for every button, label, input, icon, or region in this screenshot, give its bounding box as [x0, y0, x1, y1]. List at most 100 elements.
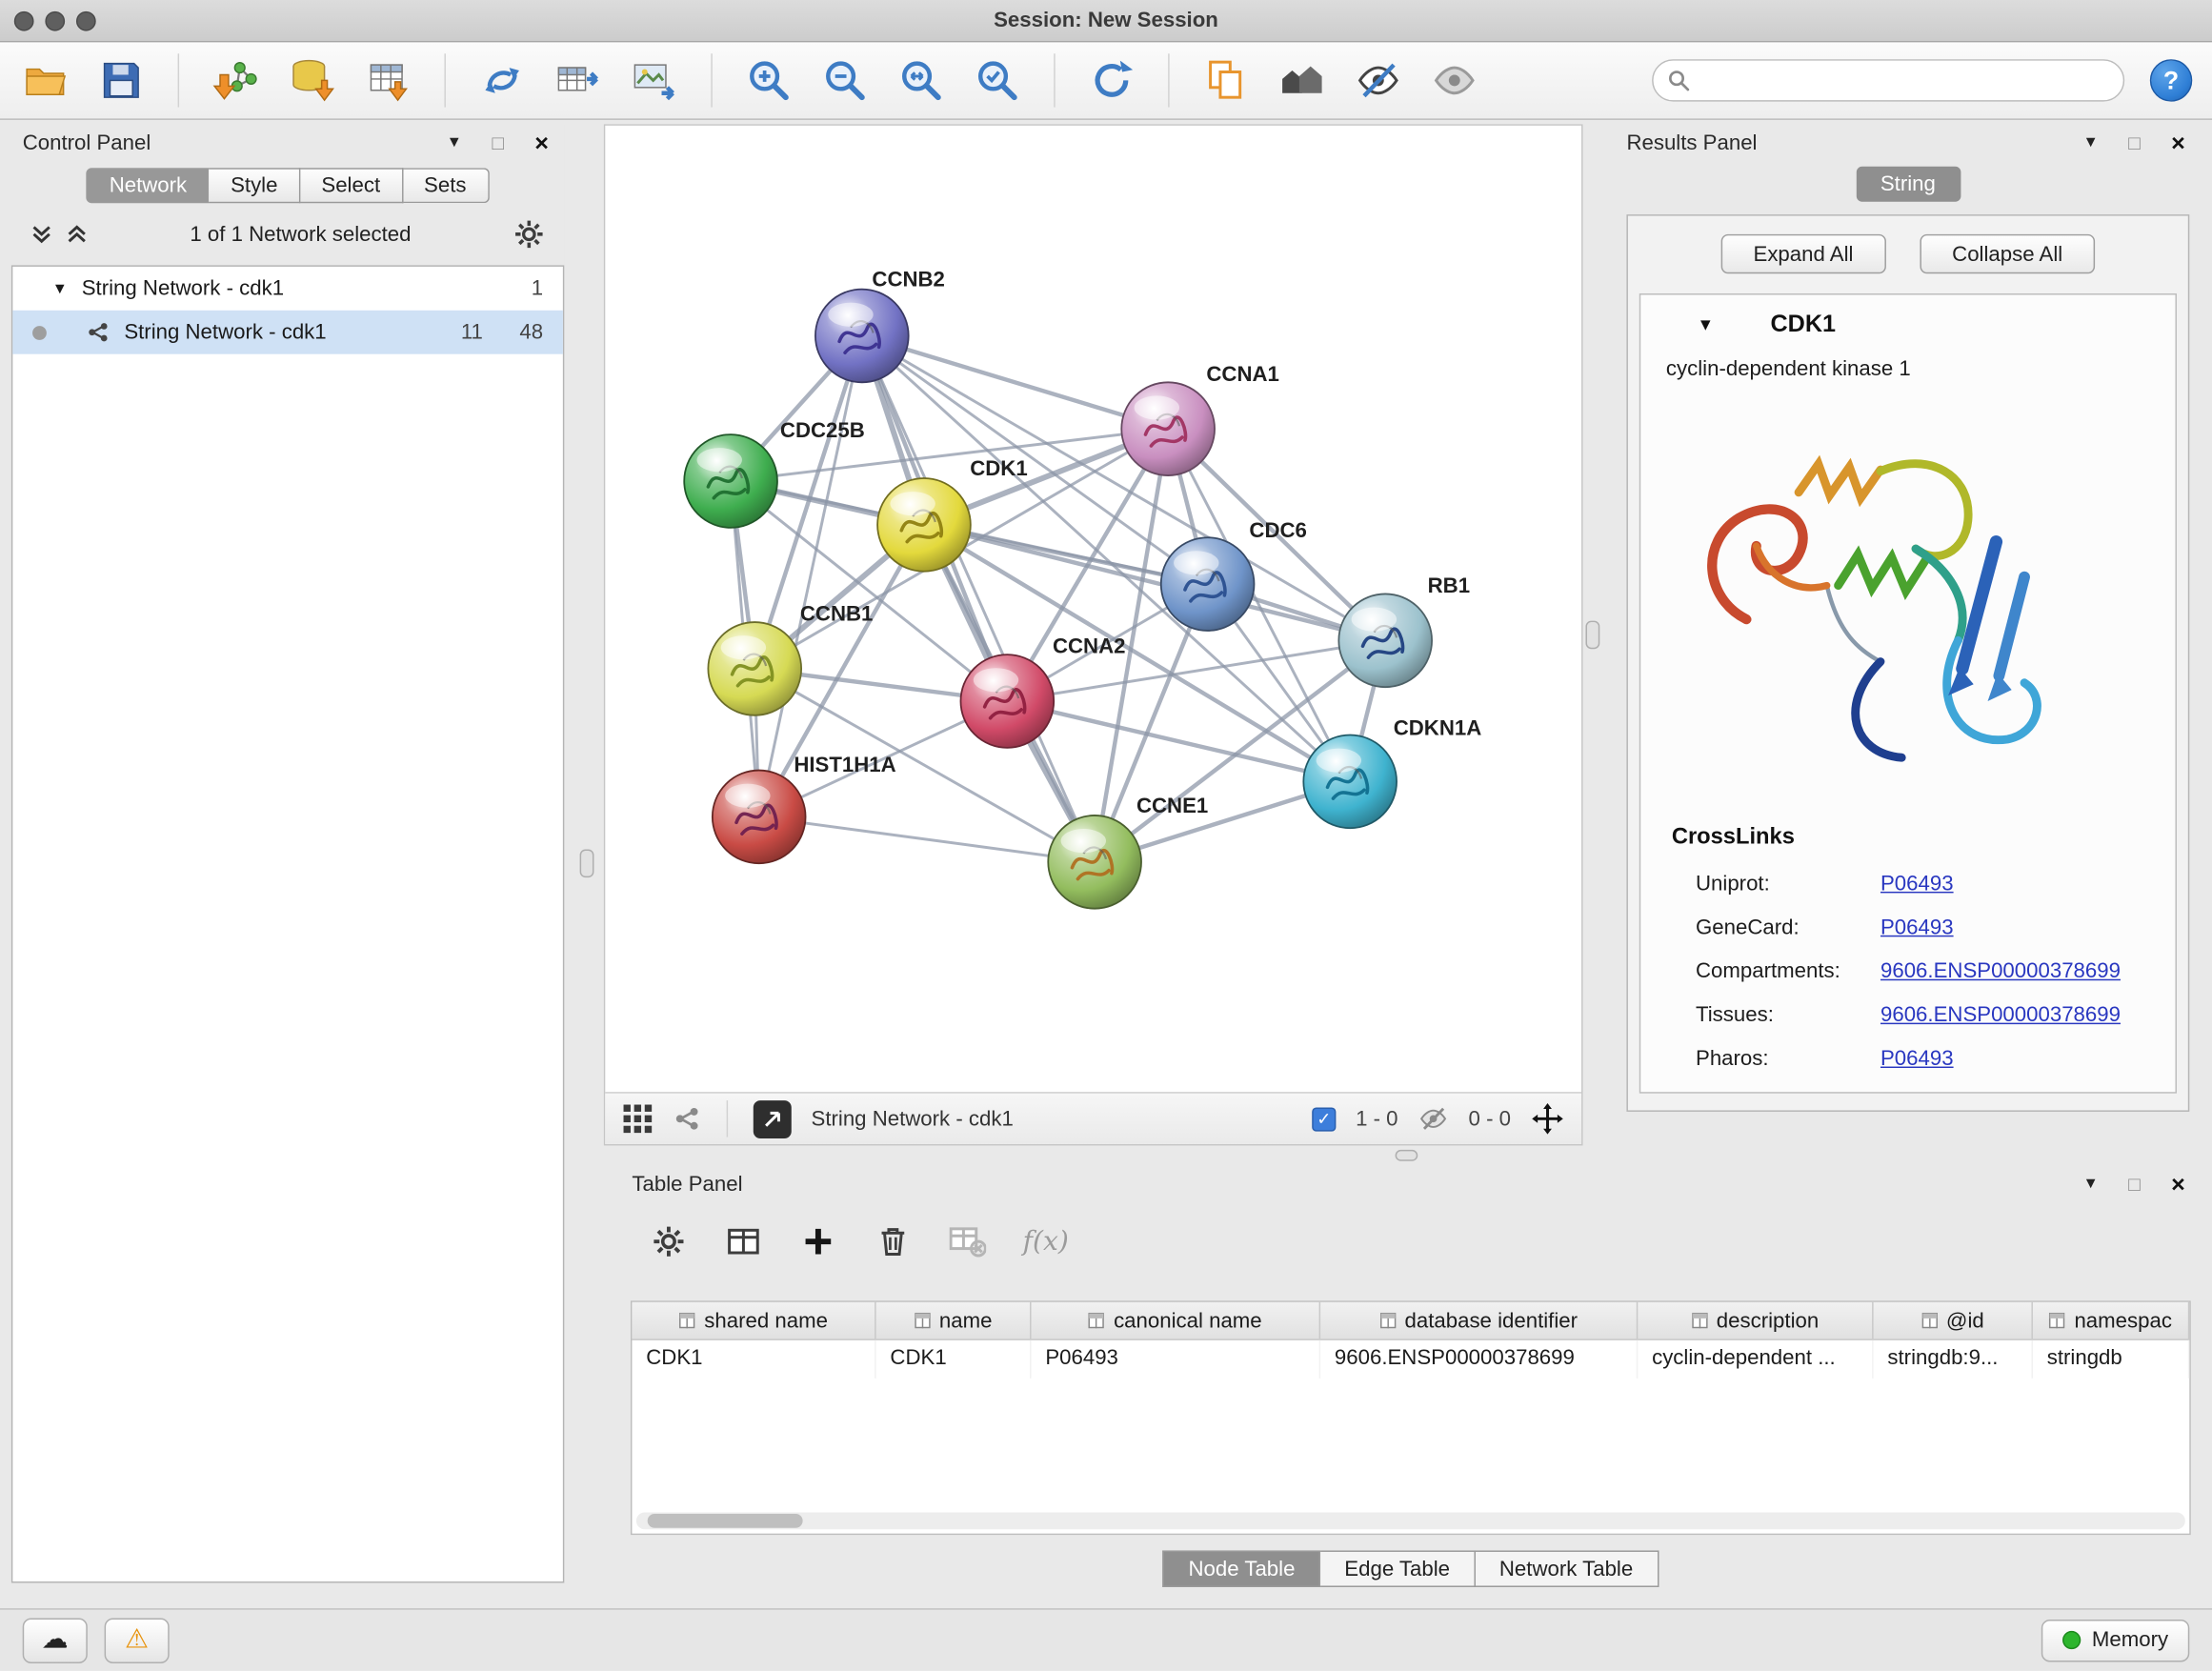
crosslink-link[interactable]: P06493 — [1880, 1047, 1954, 1071]
network-graph-canvas[interactable]: CCNB2CCNA1CDC25BCDK1CDC6RB1CCNB1CCNA2CDK… — [605, 126, 1581, 1092]
crosslink-link[interactable]: P06493 — [1880, 872, 1954, 896]
apply-layout-button[interactable] — [1086, 55, 1136, 106]
table-cell[interactable]: P06493 — [1032, 1340, 1321, 1379]
control-panel-float-icon[interactable]: □ — [487, 132, 510, 152]
export-table-button[interactable] — [553, 55, 603, 106]
column-header[interactable]: canonical name — [1032, 1302, 1321, 1339]
table-panel-close-icon[interactable]: × — [2167, 1172, 2190, 1196]
network-share-icon[interactable] — [673, 1105, 701, 1134]
selected-checkbox-icon[interactable]: ✓ — [1312, 1107, 1336, 1131]
table-settings-gear-icon[interactable] — [649, 1222, 687, 1260]
tab-network-table[interactable]: Network Table — [1476, 1550, 1659, 1587]
crosslink-row: Pharos: P06493 — [1640, 1037, 2175, 1080]
collapse-all-networks-icon[interactable] — [31, 223, 52, 246]
copy-document-button[interactable] — [1200, 55, 1251, 106]
results-panel-collapse-icon[interactable]: ▼ — [2080, 134, 2102, 150]
delete-column-trash-icon[interactable] — [874, 1222, 912, 1260]
zoom-window-button[interactable] — [76, 10, 96, 30]
tab-sets[interactable]: Sets — [403, 168, 489, 203]
network-view[interactable]: CCNB2CCNA1CDC25BCDK1CDC6RB1CCNB1CCNA2CDK… — [604, 124, 1583, 1145]
vertical-splitter-handle[interactable] — [1585, 621, 1599, 650]
warning-icon: ⚠ — [125, 1623, 149, 1656]
network-options-gear-icon[interactable] — [513, 219, 545, 251]
collapse-all-button[interactable]: Collapse All — [1920, 234, 2095, 273]
hide-selected-button[interactable] — [1353, 55, 1403, 106]
expand-all-networks-icon[interactable] — [67, 223, 88, 246]
tab-style[interactable]: Style — [210, 168, 300, 203]
import-network-from-database-button[interactable] — [287, 55, 337, 106]
zoom-in-button[interactable] — [743, 55, 794, 106]
birdseye-grid-icon[interactable] — [622, 1103, 654, 1135]
crosslink-label: Uniprot: — [1696, 872, 1880, 896]
warnings-button[interactable]: ⚠ — [105, 1618, 170, 1662]
horizontal-scrollbar-thumb[interactable] — [648, 1514, 803, 1528]
column-header[interactable]: namespac — [2033, 1302, 2189, 1339]
results-panel-close-icon[interactable]: × — [2167, 131, 2190, 154]
zoom-selected-button[interactable] — [972, 55, 1022, 106]
vertical-splitter-handle[interactable] — [580, 849, 594, 877]
table-cell[interactable]: CDK1 — [632, 1340, 875, 1379]
tab-edge-table[interactable]: Edge Table — [1320, 1550, 1476, 1587]
results-panel-float-icon[interactable]: □ — [2123, 132, 2146, 152]
export-image-button[interactable] — [629, 55, 679, 106]
import-table-icon — [364, 56, 412, 104]
help-button[interactable]: ? — [2150, 59, 2192, 101]
close-window-button[interactable] — [14, 10, 34, 30]
new-network-from-selection-button[interactable] — [477, 55, 528, 106]
crosslink-link[interactable]: 9606.ENSP00000378699 — [1880, 1003, 2121, 1027]
column-header[interactable]: database identifier — [1320, 1302, 1638, 1339]
protein-description: cyclin-dependent kinase 1 — [1666, 357, 2176, 381]
hidden-eye-slash-icon[interactable] — [1418, 1103, 1449, 1135]
table-cell[interactable]: CDK1 — [876, 1340, 1032, 1379]
table-panel-float-icon[interactable]: □ — [2123, 1174, 2146, 1194]
show-all-button[interactable] — [1429, 55, 1479, 106]
control-panel-tabs: Network Style Select Sets — [11, 168, 564, 203]
import-network-from-file-button[interactable] — [211, 55, 261, 106]
minimize-window-button[interactable] — [45, 10, 65, 30]
memory-button[interactable]: Memory — [2041, 1619, 2190, 1661]
import-table-button[interactable] — [363, 55, 413, 106]
column-header[interactable]: name — [876, 1302, 1032, 1339]
table-cell[interactable]: cyclin-dependent ... — [1638, 1340, 1873, 1379]
control-panel-close-icon[interactable]: × — [531, 131, 553, 154]
horizontal-scrollbar[interactable] — [636, 1512, 2185, 1529]
protein-collapse-icon[interactable]: ▼ — [1697, 314, 1714, 334]
table-panel-title: Table Panel — [632, 1172, 742, 1196]
add-column-plus-icon[interactable] — [798, 1222, 836, 1260]
hidden-node-edge-counts: 0 - 0 — [1469, 1107, 1511, 1131]
search-input[interactable] — [1699, 70, 2109, 92]
show-columns-icon[interactable] — [724, 1222, 762, 1260]
zoom-out-button[interactable] — [819, 55, 870, 106]
expand-all-button[interactable]: Expand All — [1720, 234, 1885, 273]
table-cell[interactable]: stringdb:9... — [1874, 1340, 2033, 1379]
column-header[interactable]: description — [1638, 1302, 1873, 1339]
function-builder-icon: f(x) — [1023, 1226, 1069, 1258]
control-panel-collapse-icon[interactable]: ▼ — [443, 134, 466, 150]
crosslink-link[interactable]: P06493 — [1880, 916, 1954, 939]
open-session-button[interactable] — [20, 55, 70, 106]
table-panel-collapse-icon[interactable]: ▼ — [2080, 1176, 2102, 1191]
table-cell[interactable]: 9606.ENSP00000378699 — [1320, 1340, 1638, 1379]
crosslink-link[interactable]: 9606.ENSP00000378699 — [1880, 959, 2121, 983]
tab-select[interactable]: Select — [300, 168, 403, 203]
horizontal-splitter-handle[interactable] — [1396, 1150, 1418, 1161]
move-crosshair-icon[interactable] — [1531, 1102, 1565, 1137]
tab-network[interactable]: Network — [87, 168, 210, 203]
network-collection-row[interactable]: ▼ String Network - cdk1 1 — [12, 267, 563, 311]
network-row-selected[interactable]: String Network - cdk1 11 48 — [12, 311, 563, 354]
save-session-button[interactable] — [96, 55, 147, 106]
cloud-icon: ☁ — [42, 1623, 69, 1656]
table-panel-tabs: Node Table Edge Table Network Table — [621, 1550, 2202, 1587]
column-header[interactable]: @id — [1874, 1302, 2033, 1339]
table-cell[interactable]: stringdb — [2033, 1340, 2189, 1379]
cloud-button[interactable]: ☁ — [23, 1618, 88, 1662]
column-header[interactable]: shared name — [632, 1302, 875, 1339]
tab-string[interactable]: String — [1856, 167, 1961, 202]
home-button[interactable] — [1277, 55, 1327, 106]
tab-node-table[interactable]: Node Table — [1163, 1550, 1320, 1587]
open-in-new-window-button[interactable] — [754, 1099, 792, 1137]
zoom-fit-button[interactable] — [895, 55, 946, 106]
search-box[interactable] — [1652, 59, 2124, 101]
table-row[interactable]: CDK1 CDK1 P06493 9606.ENSP00000378699 cy… — [632, 1340, 2189, 1379]
tree-expand-icon[interactable]: ▼ — [52, 280, 68, 297]
